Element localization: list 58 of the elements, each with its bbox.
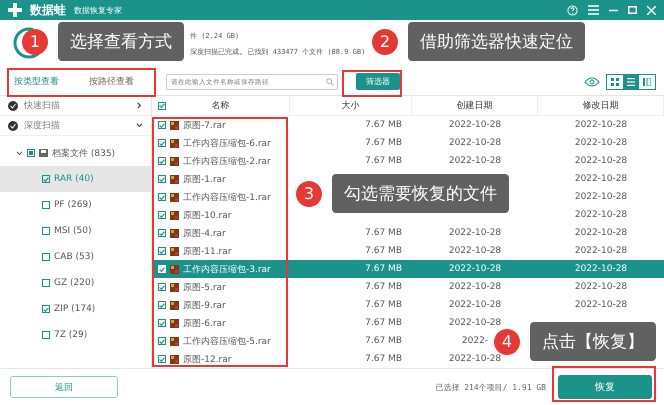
file-size: 7.67 MB [365,246,402,256]
created-date: 2022- [462,336,488,346]
created-date: 2022-10-28 [448,318,502,328]
file-size: 7.67 MB [365,318,402,328]
file-size: 7.67 MB [365,354,402,364]
file-size: 7.67 MB [365,264,402,274]
file-name: 原图-7.rar [183,120,226,132]
modified-date: 2022-10-28 [574,282,628,292]
file-name: 原图-11.rar [183,246,232,258]
file-name: 工作内容压缩包-2.rar [183,156,271,168]
created-date: 2022-10-28 [448,246,502,256]
callout-tooltip: 勾选需要恢复的文件 [332,174,509,213]
app-name: 数据蛙 [30,2,66,18]
file-name: 原图-4.rar [183,228,226,240]
created-date: 2022-10-28 [448,264,502,274]
file-size: 7.67 MB [365,282,402,292]
file-size: 7.67 MB [365,156,402,166]
file-size: 7.67 MB [365,120,402,130]
file-size: 7.67 MB [365,300,402,310]
created-date: 2022-10-28 [448,120,502,130]
modified-date: 2022-10-28 [574,210,628,220]
file-name: 原图-6.rar [183,318,226,330]
file-size: 7.67 MB [365,336,402,346]
file-name: 原图-9.rar [183,300,226,312]
step-badge-tooltip: 4 [494,328,520,354]
file-name: 原图-12.rar [183,354,232,366]
created-date: 2022-10-28 [448,138,502,148]
file-name: 原图-10.rar [183,210,232,222]
file-name: 工作内容压缩包-5.rar [183,336,271,348]
created-date: 2022-10-28 [448,156,502,166]
modified-date: 2022-10-28 [574,174,628,184]
file-name: 工作内容压缩包-1.rar [183,192,271,204]
modified-date: 2022-10-28 [574,120,628,130]
modified-date: 2022-10-28 [574,192,628,202]
file-size: 7.67 MB [365,228,402,238]
callout-tooltip: 选择查看方式 [58,22,184,61]
step-badge-tooltip: 1 [22,28,48,54]
callout-tooltip: 点击【恢复】 [530,322,656,361]
file-name: 工作内容压缩包-6.rar [183,138,271,150]
selection-summary: 已选择 214个项目/ 1.91 GB [435,382,546,392]
file-name: 工作内容压缩包-3.rar [183,264,271,276]
step-badge-tooltip: 2 [372,28,398,54]
file-name: 原图-1.rar [183,174,226,186]
callout-tooltip: 借助筛选器快速定位 [408,22,585,61]
file-name: 原图-5.rar [183,282,226,294]
created-date: 2022-10-28 [448,354,502,364]
modified-date: 2022-10-28 [574,246,628,256]
modified-date: 2022-10-28 [574,138,628,148]
modified-date: 2022-10-28 [574,156,628,166]
created-date: 2022-10-28 [448,228,502,238]
created-date: 2022-10-28 [448,282,502,292]
file-size: 7.67 MB [365,138,402,148]
app-subtitle: 数据恢复专家 [74,4,122,16]
modified-date: 2022-10-28 [574,300,628,310]
modified-date: 2022-10-28 [574,228,628,238]
step-badge-tooltip: 3 [296,180,322,206]
modified-date: 2022-10-28 [574,264,628,274]
created-date: 2022-10-28 [448,300,502,310]
